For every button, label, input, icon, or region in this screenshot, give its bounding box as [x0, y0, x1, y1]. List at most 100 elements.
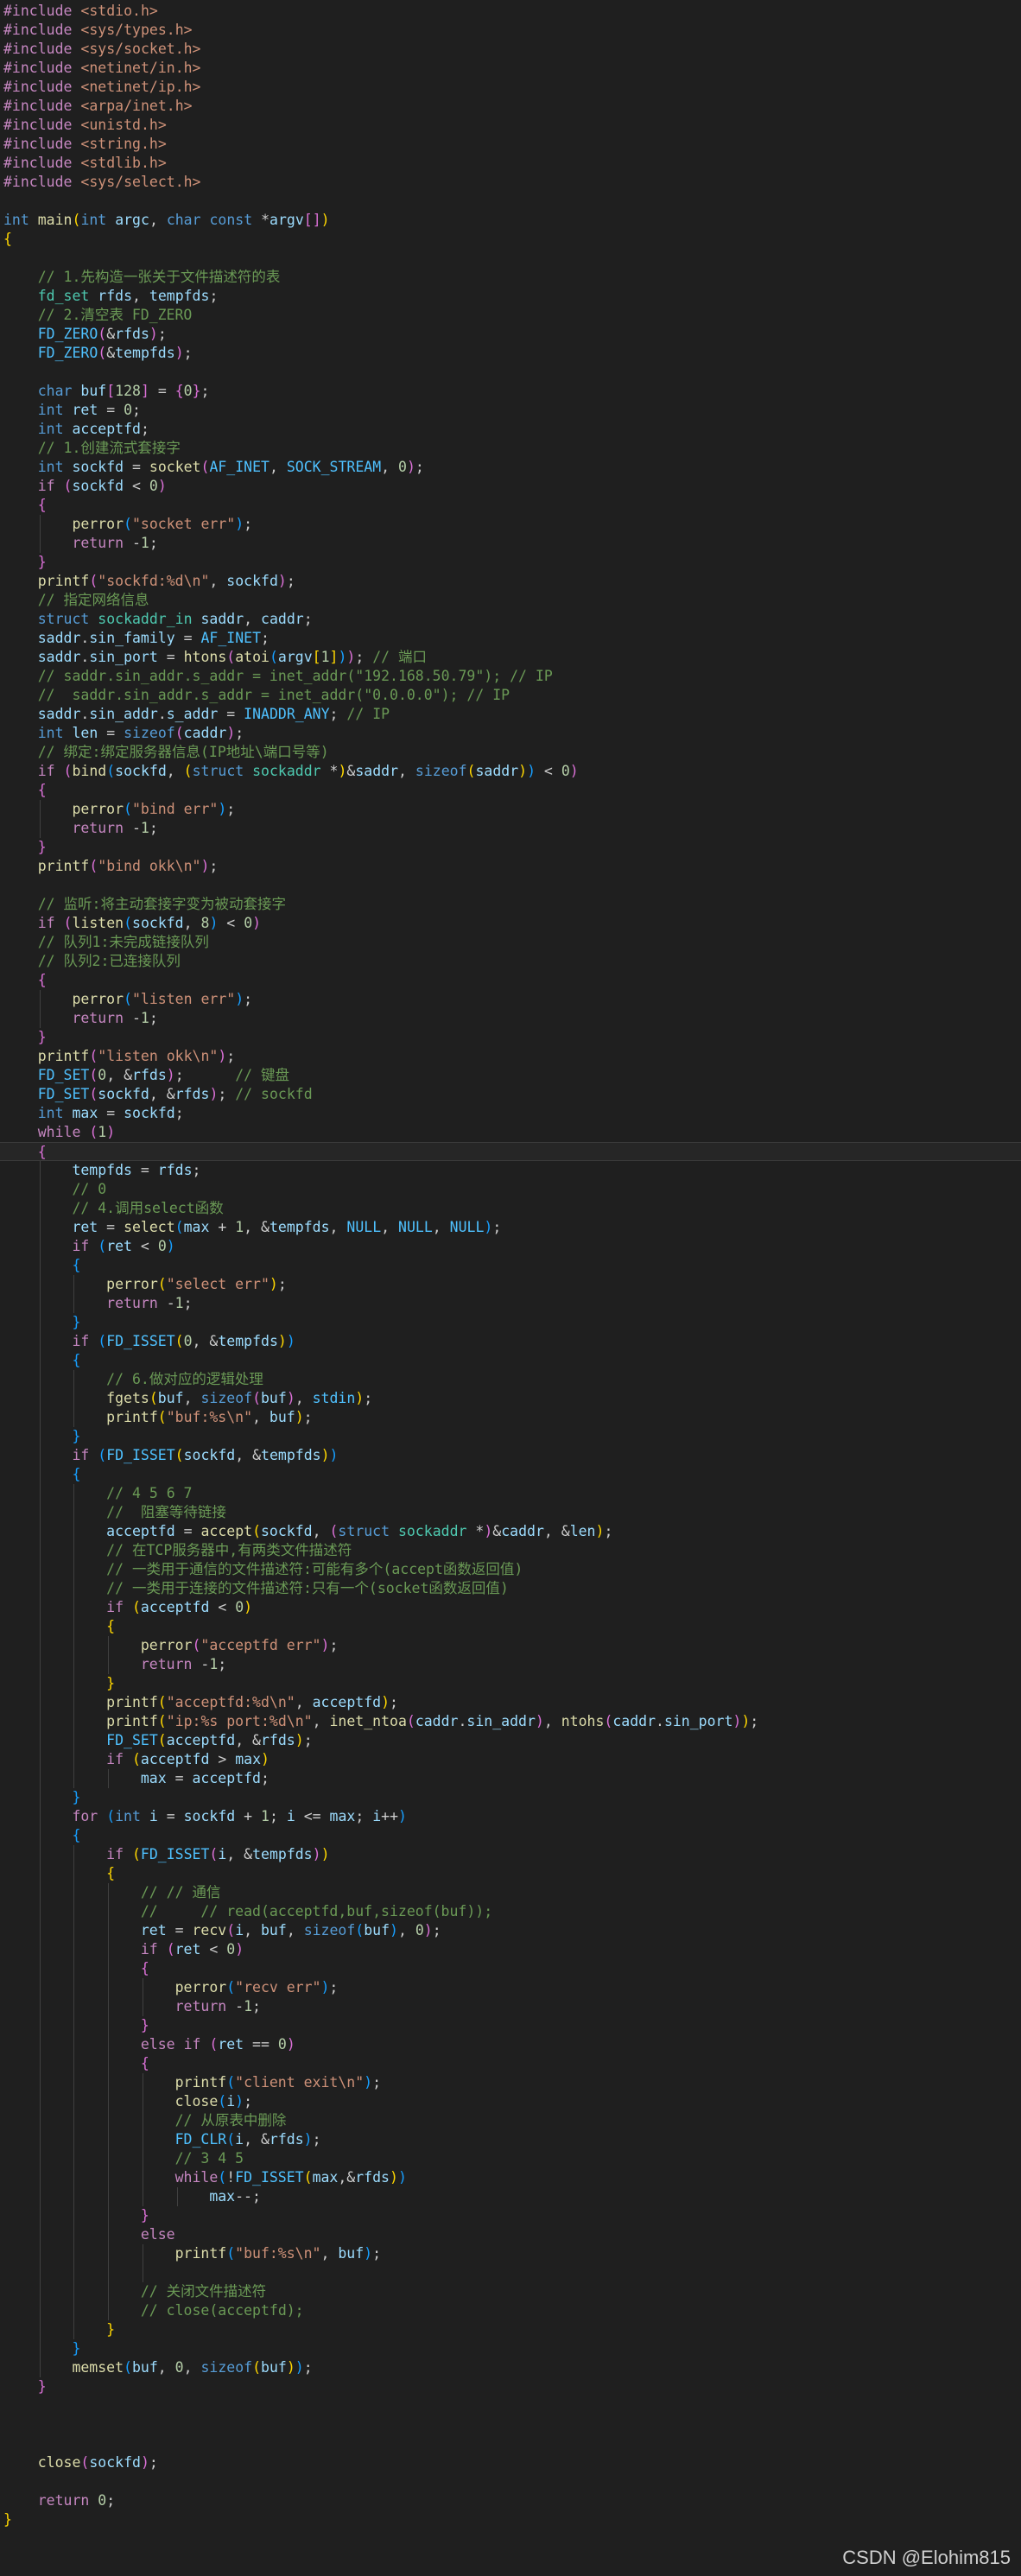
code-line[interactable]: fgets(buf, sizeof(buf), stdin);: [0, 1389, 1021, 1408]
code-line[interactable]: // 从原表中删除: [0, 2111, 1021, 2130]
code-line[interactable]: // 4 5 6 7: [0, 1484, 1021, 1503]
code-line[interactable]: return -1;: [0, 819, 1021, 838]
code-line[interactable]: char buf[128] = {0};: [0, 382, 1021, 401]
code-line[interactable]: close(i);: [0, 2092, 1021, 2111]
code-line[interactable]: perror("acceptfd err");: [0, 1636, 1021, 1655]
code-line[interactable]: int max = sockfd;: [0, 1104, 1021, 1123]
code-line[interactable]: if (listen(sockfd, 8) < 0): [0, 914, 1021, 933]
code-line[interactable]: FD_SET(sockfd, &rfds); // sockfd: [0, 1085, 1021, 1104]
code-line[interactable]: // 监听:将主动套接字变为被动套接字: [0, 895, 1021, 914]
code-line[interactable]: #include <stdlib.h>: [0, 154, 1021, 173]
code-line[interactable]: }: [0, 1427, 1021, 1446]
code-line[interactable]: {: [0, 230, 1021, 249]
code-line[interactable]: }: [0, 2377, 1021, 2396]
code-line[interactable]: // // 通信: [0, 1883, 1021, 1902]
code-line[interactable]: [0, 2415, 1021, 2434]
code-line[interactable]: {: [0, 1959, 1021, 1978]
code-line[interactable]: if (ret < 0): [0, 1940, 1021, 1959]
code-line[interactable]: max--;: [0, 2187, 1021, 2206]
code-line[interactable]: // 6.做对应的逻辑处理: [0, 1370, 1021, 1389]
code-line[interactable]: ret = recv(i, buf, sizeof(buf), 0);: [0, 1921, 1021, 1940]
code-line[interactable]: }: [0, 2016, 1021, 2035]
code-line[interactable]: #include <stdio.h>: [0, 2, 1021, 21]
code-line[interactable]: struct sockaddr_in saddr, caddr;: [0, 610, 1021, 629]
code-line[interactable]: printf("acceptfd:%d\n", acceptfd);: [0, 1693, 1021, 1712]
code-line[interactable]: }: [0, 1788, 1021, 1807]
code-line[interactable]: [0, 2434, 1021, 2453]
code-line[interactable]: int acceptfd;: [0, 420, 1021, 439]
code-line[interactable]: // saddr.sin_addr.s_addr = inet_addr("0.…: [0, 686, 1021, 705]
code-line[interactable]: [0, 876, 1021, 895]
code-line[interactable]: return -1;: [0, 1997, 1021, 2016]
code-line[interactable]: // 关闭文件描述符: [0, 2282, 1021, 2301]
code-line[interactable]: }: [0, 2320, 1021, 2339]
code-editor[interactable]: #include <stdio.h> #include <sys/types.h>…: [0, 0, 1021, 2576]
code-line[interactable]: {: [0, 971, 1021, 990]
code-line[interactable]: if (bind(sockfd, (struct sockaddr *)&sad…: [0, 762, 1021, 781]
code-line[interactable]: return -1;: [0, 1009, 1021, 1028]
code-line[interactable]: FD_SET(0, &rfds); // 键盘: [0, 1066, 1021, 1085]
code-line[interactable]: {: [0, 781, 1021, 800]
code-line[interactable]: printf("ip:%s port:%d\n", inet_ntoa(cadd…: [0, 1712, 1021, 1731]
code-line[interactable]: [0, 2263, 1021, 2282]
code-line[interactable]: // 1.先构造一张关于文件描述符的表: [0, 268, 1021, 287]
code-line[interactable]: perror("bind err");: [0, 800, 1021, 819]
code-line[interactable]: #include <netinet/in.h>: [0, 59, 1021, 78]
code-line[interactable]: // 2.清空表 FD_ZERO: [0, 306, 1021, 325]
code-line[interactable]: int main(int argc, char const *argv[]): [0, 211, 1021, 230]
code-line[interactable]: if (FD_ISSET(i, &tempfds)): [0, 1845, 1021, 1864]
code-line[interactable]: perror("recv err");: [0, 1978, 1021, 1997]
code-line[interactable]: fd_set rfds, tempfds;: [0, 287, 1021, 306]
code-line[interactable]: #include <string.h>: [0, 135, 1021, 154]
code-line[interactable]: tempfds = rfds;: [0, 1161, 1021, 1180]
code-line[interactable]: saddr.sin_family = AF_INET;: [0, 629, 1021, 648]
code-line[interactable]: // 0: [0, 1180, 1021, 1199]
code-line[interactable]: {: [0, 1256, 1021, 1275]
code-line[interactable]: #include <sys/select.h>: [0, 173, 1021, 192]
code-line[interactable]: [0, 192, 1021, 211]
code-line[interactable]: {: [0, 1826, 1021, 1845]
code-line[interactable]: for (int i = sockfd + 1; i <= max; i++): [0, 1807, 1021, 1826]
code-line[interactable]: FD_CLR(i, &rfds);: [0, 2130, 1021, 2149]
code-line[interactable]: printf("buf:%s\n", buf);: [0, 1408, 1021, 1427]
code-line[interactable]: memset(buf, 0, sizeof(buf));: [0, 2358, 1021, 2377]
code-line[interactable]: [0, 2396, 1021, 2415]
code-line[interactable]: if (ret < 0): [0, 1237, 1021, 1256]
code-line[interactable]: perror("listen err");: [0, 990, 1021, 1009]
code-line[interactable]: saddr.sin_port = htons(atoi(argv[1])); /…: [0, 648, 1021, 667]
code-line[interactable]: // 阻塞等待链接: [0, 1503, 1021, 1522]
code-line[interactable]: if (acceptfd < 0): [0, 1598, 1021, 1617]
code-line[interactable]: #include <sys/types.h>: [0, 21, 1021, 40]
code-line[interactable]: printf("client exit\n");: [0, 2073, 1021, 2092]
code-line[interactable]: if (acceptfd > max): [0, 1750, 1021, 1769]
code-line[interactable]: FD_SET(acceptfd, &rfds);: [0, 1731, 1021, 1750]
code-line[interactable]: else: [0, 2225, 1021, 2244]
code-line[interactable]: FD_ZERO(&tempfds);: [0, 344, 1021, 363]
code-line[interactable]: }: [0, 2339, 1021, 2358]
code-line[interactable]: return -1;: [0, 534, 1021, 553]
code-line[interactable]: // 在TCP服务器中,有两类文件描述符: [0, 1541, 1021, 1560]
code-line[interactable]: printf("bind okk\n");: [0, 857, 1021, 876]
code-line[interactable]: }: [0, 2510, 1021, 2529]
code-line[interactable]: while (1): [0, 1123, 1021, 1142]
code-line[interactable]: FD_ZERO(&rfds);: [0, 325, 1021, 344]
code-line[interactable]: while(!FD_ISSET(max,&rfds)): [0, 2168, 1021, 2187]
code-line[interactable]: {: [0, 1864, 1021, 1883]
code-line[interactable]: [0, 249, 1021, 268]
code-line[interactable]: }: [0, 1028, 1021, 1047]
code-line[interactable]: printf("sockfd:%d\n", sockfd);: [0, 572, 1021, 591]
code-line[interactable]: max = acceptfd;: [0, 1769, 1021, 1788]
code-line[interactable]: if (FD_ISSET(0, &tempfds)): [0, 1332, 1021, 1351]
code-line[interactable]: // 队列2:已连接队列: [0, 952, 1021, 971]
code-line[interactable]: }: [0, 553, 1021, 572]
code-line[interactable]: [0, 363, 1021, 382]
code-line[interactable]: {: [0, 1465, 1021, 1484]
code-line[interactable]: int sockfd = socket(AF_INET, SOCK_STREAM…: [0, 458, 1021, 477]
code-line[interactable]: close(sockfd);: [0, 2453, 1021, 2472]
code-line[interactable]: // 一类用于连接的文件描述符:只有一个(socket函数返回值): [0, 1579, 1021, 1598]
code-line[interactable]: saddr.sin_addr.s_addr = INADDR_ANY; // I…: [0, 705, 1021, 724]
code-line[interactable]: return 0;: [0, 2491, 1021, 2510]
code-line[interactable]: {: [0, 496, 1021, 515]
code-line[interactable]: [0, 2472, 1021, 2491]
code-line[interactable]: #include <sys/socket.h>: [0, 40, 1021, 59]
